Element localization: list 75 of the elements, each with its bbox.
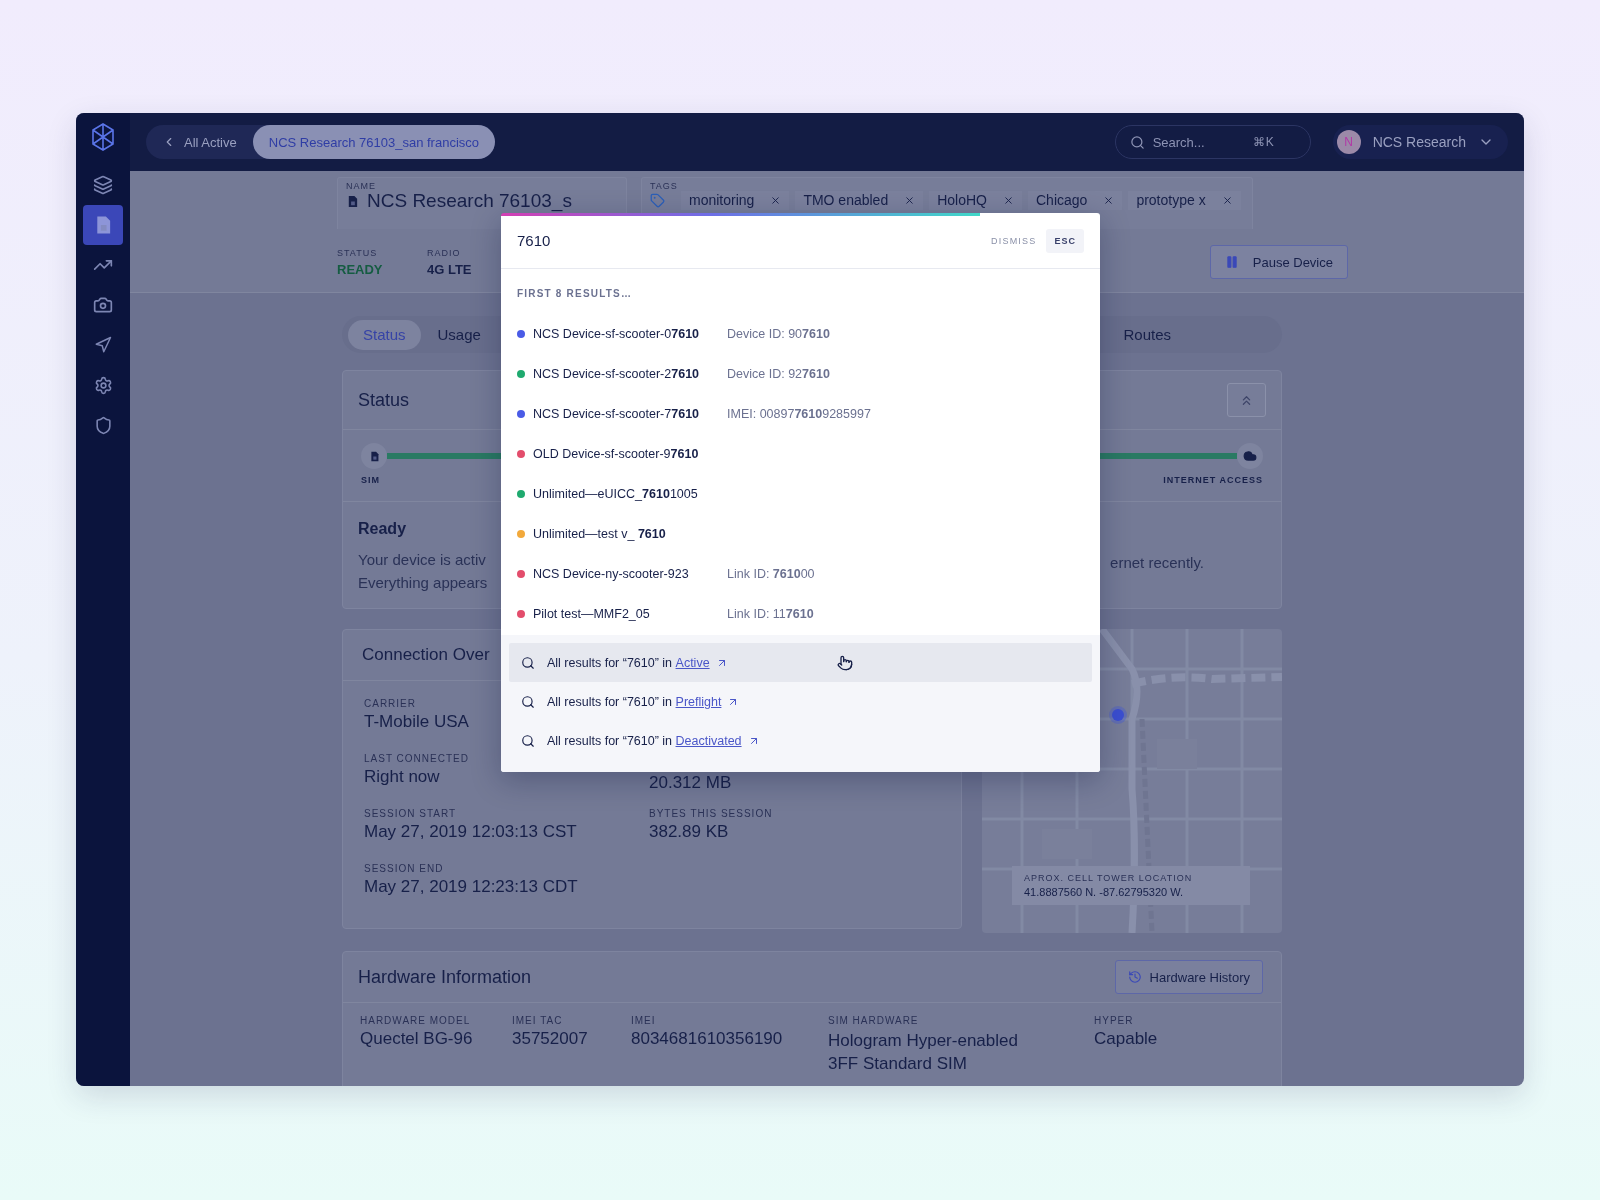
state-title: Ready (358, 520, 408, 538)
field-value: May 27, 2019 12:23:13 CDT (364, 877, 578, 897)
search-input[interactable]: 7610 (517, 232, 982, 249)
results-heading: FIRST 8 RESULTS… (516, 287, 634, 301)
search-result[interactable]: Unlimited—eUICC_76101005 (501, 474, 1100, 514)
tab[interactable]: Usage (422, 319, 496, 350)
field-label: IMEI TAC (512, 1015, 564, 1026)
status-message: Everything appears (358, 573, 488, 593)
tag-chip[interactable]: monitoring (681, 191, 790, 210)
field-value: May 27, 2019 12:03:13 CST (364, 822, 577, 842)
field-label: TAGS (650, 181, 679, 191)
field-value: Capable (1094, 1029, 1159, 1049)
dismiss-label: DISMISS (991, 235, 1037, 246)
pause-device-button[interactable]: Pause Device (1209, 245, 1348, 279)
search-input[interactable]: Search... (1152, 134, 1245, 150)
field-label: NAME (346, 181, 377, 191)
tag-chip[interactable]: HoloHQ (929, 191, 1022, 210)
shortcut-hint: ⌘K (1252, 135, 1275, 149)
field-label: SESSION START (364, 808, 458, 819)
tab[interactable]: Routes (1108, 319, 1186, 350)
field-value: Hologram Hyper-enabled 3FF Standard SIM (828, 1030, 1019, 1075)
esc-key[interactable]: ESC (1046, 228, 1084, 253)
card-title: Status (358, 389, 410, 411)
search-result[interactable]: NCS Device-sf-scooter-77610 IMEI: 0089776109285997 (501, 394, 1100, 434)
search-result[interactable]: Unlimited—test v_ 7610 (501, 514, 1100, 554)
field-label: BYTES THIS SESSION (649, 808, 773, 819)
step-label: SIM (361, 475, 380, 485)
status-message: Your device is activ (358, 550, 487, 570)
status-message: ernet recently. (1110, 553, 1204, 573)
scope-text: All results for “7610” in Deactivated (547, 733, 760, 748)
tag-chip[interactable]: TMO enabled (795, 191, 924, 210)
scope-text: All results for “7610” in Preflight (547, 694, 740, 709)
location-label: APROX. CELL TOWER LOCATION (1024, 873, 1194, 883)
card-title: Connection Over (362, 645, 490, 665)
scope-option[interactable]: All results for “7610” in Active (509, 643, 1092, 682)
avatar: N (1336, 130, 1361, 154)
field-label: HYPER (1094, 1015, 1135, 1026)
field-value: 20.312 MB (649, 773, 732, 793)
breadcrumb[interactable]: All Active (146, 125, 253, 159)
field-value: T-Mobile USA (364, 712, 469, 732)
scope-link[interactable]: Deactivated (675, 733, 760, 748)
field-label: LAST CONNECTED (364, 753, 469, 764)
tag-chip[interactable]: Chicago (1028, 191, 1123, 210)
field-value: 382.89 KB (649, 822, 730, 842)
field-value: 8034681610356190 (631, 1029, 784, 1049)
scope-link[interactable]: Preflight (675, 694, 740, 709)
field-label: HARDWARE MODEL (360, 1015, 472, 1026)
scope-text: All results for “7610” in Active (547, 655, 728, 670)
breadcrumb[interactable]: NCS Research 76103_san francisco (252, 125, 496, 159)
scope-link[interactable]: Active (675, 655, 728, 670)
search-result[interactable]: NCS Device-sf-scooter-27610 Device ID: 927610 (501, 354, 1100, 394)
search-result[interactable]: NCS Device-ny-scooter-923 Link ID: 761000 (501, 554, 1100, 594)
scope-option[interactable]: All results for “7610” in Deactivated (509, 721, 1092, 760)
card-title: Hardware Information (358, 966, 532, 988)
stat-value: READY (337, 261, 384, 277)
stat-value: 4G LTE (427, 261, 473, 277)
search-result[interactable]: NCS Device-sf-scooter-07610 Device ID: 907610 (501, 314, 1100, 354)
coordinates: 41.8887560 N. -87.62795320 W. (1024, 886, 1184, 898)
tag-chip[interactable]: prototype x (1128, 191, 1241, 210)
field-label: CARRIER (364, 698, 417, 709)
stat-label: STATUS (337, 247, 379, 258)
account-menu[interactable]: N NCS Research (1332, 125, 1508, 159)
field-value: Right now (364, 767, 441, 787)
field-value: 35752007 (512, 1029, 589, 1049)
hardware-history-button[interactable]: Hardware History (1114, 960, 1263, 994)
field-label: IMEI (631, 1015, 657, 1026)
device-name: NCS Research 76103_s (367, 191, 572, 211)
search-result[interactable]: Pilot test—MMF2_05 Link ID: 117610 (501, 594, 1100, 634)
field-label: SESSION END (364, 863, 445, 874)
field-label: SIM HARDWARE (828, 1015, 920, 1026)
step-label: INTERNET ACCESS (1163, 475, 1263, 485)
search-result[interactable]: OLD Device-sf-scooter-97610 (501, 434, 1100, 474)
scope-option[interactable]: All results for “7610” in Preflight (509, 682, 1092, 721)
field-value: Quectel BG-96 (360, 1029, 474, 1049)
stat-label: RADIO (427, 247, 462, 258)
